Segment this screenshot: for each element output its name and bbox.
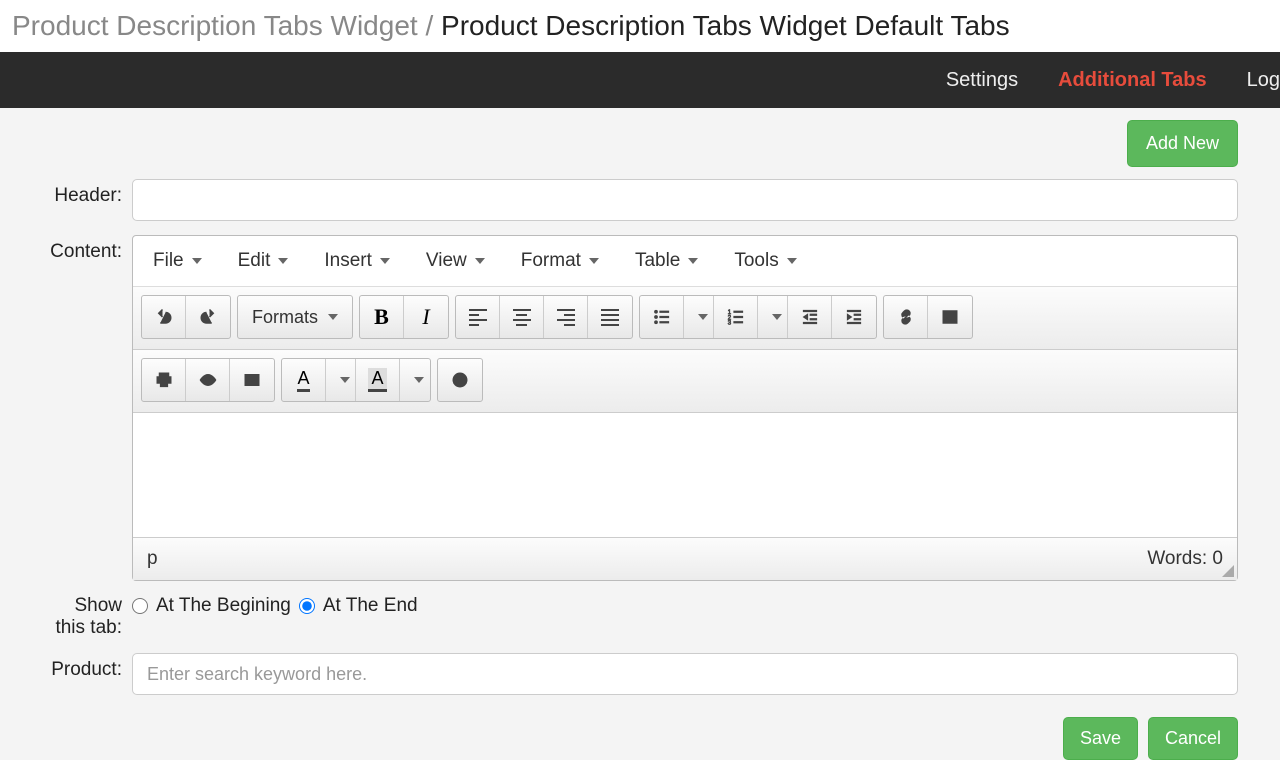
chevron-down-icon: [328, 314, 338, 320]
menu-table[interactable]: Table: [627, 246, 706, 276]
radio-at-end-label[interactable]: At The End: [323, 595, 418, 617]
redo-button[interactable]: [186, 296, 230, 338]
editor-word-count: Words: 0: [1147, 548, 1223, 570]
emoji-button[interactable]: [438, 359, 482, 401]
add-new-row: Add New: [0, 108, 1280, 179]
product-label: Product:: [28, 653, 132, 695]
breadcrumb-sep: /: [418, 10, 441, 41]
cancel-button[interactable]: Cancel: [1148, 717, 1238, 760]
chevron-down-icon: [380, 258, 390, 264]
bullet-list-dropdown[interactable]: [684, 296, 714, 338]
breadcrumb: Product Description Tabs Widget / Produc…: [0, 0, 1280, 52]
radio-at-end[interactable]: [299, 598, 315, 614]
add-new-button[interactable]: Add New: [1127, 120, 1238, 167]
background-color-dropdown[interactable]: [400, 359, 430, 401]
chevron-down-icon: [589, 258, 599, 264]
italic-button[interactable]: I: [404, 296, 448, 338]
show-tab-label: Showthis tab:: [28, 595, 132, 639]
breadcrumb-parent[interactable]: Product Description Tabs Widget: [12, 10, 418, 41]
content-label: Content:: [28, 235, 132, 581]
chevron-down-icon: [688, 258, 698, 264]
preview-button[interactable]: [186, 359, 230, 401]
radio-at-beginning[interactable]: [132, 598, 148, 614]
menu-view[interactable]: View: [418, 246, 493, 276]
align-left-button[interactable]: [456, 296, 500, 338]
align-right-button[interactable]: [544, 296, 588, 338]
chevron-down-icon: [414, 377, 424, 383]
footer-buttons: Save Cancel: [0, 709, 1280, 760]
menu-edit[interactable]: Edit: [230, 246, 297, 276]
bold-button[interactable]: B: [360, 296, 404, 338]
image-button[interactable]: [928, 296, 972, 338]
nav-log[interactable]: Log: [1227, 69, 1280, 92]
print-button[interactable]: [142, 359, 186, 401]
chevron-down-icon: [772, 314, 782, 320]
indent-button[interactable]: [832, 296, 876, 338]
link-button[interactable]: [884, 296, 928, 338]
text-color-button[interactable]: A: [282, 359, 326, 401]
editor-menubar: File Edit Insert View Format Table Tools: [133, 236, 1237, 287]
radio-at-beginning-label[interactable]: At The Begining: [156, 595, 291, 617]
breadcrumb-current: Product Description Tabs Widget Default …: [441, 10, 1010, 41]
nav-additional-tabs[interactable]: Additional Tabs: [1038, 69, 1227, 92]
formats-dropdown[interactable]: Formats: [238, 296, 352, 338]
numbered-list-dropdown[interactable]: [758, 296, 788, 338]
chevron-down-icon: [278, 258, 288, 264]
chevron-down-icon: [192, 258, 202, 264]
menu-format[interactable]: Format: [513, 246, 607, 276]
undo-button[interactable]: [142, 296, 186, 338]
outdent-button[interactable]: [788, 296, 832, 338]
bullet-list-button[interactable]: [640, 296, 684, 338]
background-color-button[interactable]: A: [356, 359, 400, 401]
align-justify-button[interactable]: [588, 296, 632, 338]
menu-insert[interactable]: Insert: [316, 246, 398, 276]
chevron-down-icon: [340, 377, 350, 383]
editor-statusbar: p Words: 0: [133, 538, 1237, 580]
chevron-down-icon: [787, 258, 797, 264]
product-search-input[interactable]: [132, 653, 1238, 695]
menu-file[interactable]: File: [145, 246, 210, 276]
editor-toolbar-row-1: Formats B I 123: [133, 287, 1237, 350]
media-button[interactable]: [230, 359, 274, 401]
header-label: Header:: [28, 179, 132, 221]
chevron-down-icon: [475, 258, 485, 264]
svg-text:3: 3: [727, 321, 731, 327]
resize-handle-icon[interactable]: [1222, 565, 1234, 577]
top-nav: Settings Additional Tabs Log: [0, 52, 1280, 108]
editor-toolbar-row-2: A A: [133, 350, 1237, 413]
menu-tools[interactable]: Tools: [726, 246, 804, 276]
numbered-list-button[interactable]: 123: [714, 296, 758, 338]
editor-content-area[interactable]: [133, 413, 1237, 538]
chevron-down-icon: [698, 314, 708, 320]
text-color-dropdown[interactable]: [326, 359, 356, 401]
editor-path: p: [147, 548, 158, 570]
align-center-button[interactable]: [500, 296, 544, 338]
header-input[interactable]: [132, 179, 1238, 221]
save-button[interactable]: Save: [1063, 717, 1138, 760]
nav-settings[interactable]: Settings: [926, 69, 1038, 92]
content-editor: File Edit Insert View Format Table Tools…: [132, 235, 1238, 581]
